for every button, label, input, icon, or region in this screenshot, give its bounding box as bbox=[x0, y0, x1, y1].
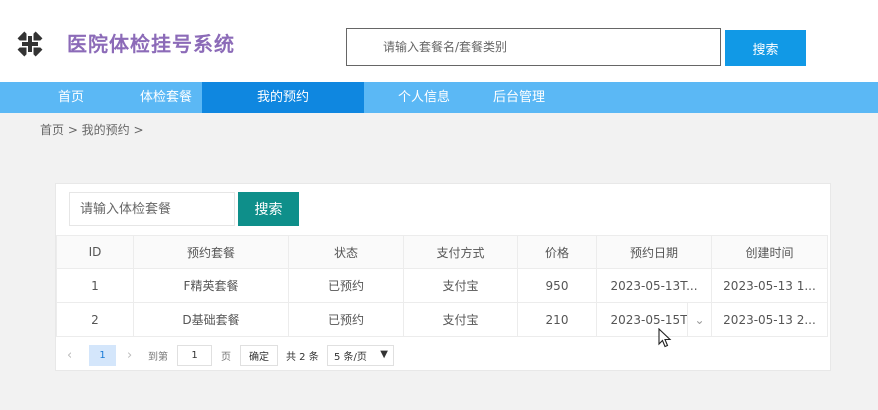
cell-price: 950 bbox=[517, 268, 597, 303]
goto-page-input[interactable]: 1 bbox=[177, 345, 212, 366]
mouse-cursor-icon bbox=[658, 328, 672, 348]
cell-status: 已预约 bbox=[288, 302, 404, 337]
column-header: 支付方式 bbox=[403, 235, 518, 269]
header: 医院体检挂号系统 搜索 bbox=[0, 0, 878, 82]
appointment-date-text: 2023-05-15T... bbox=[610, 312, 698, 327]
page: 医院体检挂号系统 搜索 首页 体检套餐 我的预约 个人信息 后台管理 首页 > … bbox=[0, 0, 878, 410]
page-size-value: 5 条/页 bbox=[334, 352, 367, 363]
cell-id: 1 bbox=[56, 268, 134, 303]
nav-item-profile[interactable]: 个人信息 bbox=[389, 82, 459, 113]
page-label: 页 bbox=[221, 352, 231, 363]
main-nav: 首页 体检套餐 我的预约 个人信息 后台管理 bbox=[0, 82, 878, 113]
cell-package: D基础套餐 bbox=[133, 302, 289, 337]
site-title: 医院体检挂号系统 bbox=[67, 32, 235, 56]
table-row[interactable]: 2 D基础套餐 已预约 支付宝 210 2023-05-15T... ⌄ 2023… bbox=[56, 302, 828, 337]
cell-id: 2 bbox=[56, 302, 134, 337]
appointments-table: ID 预约套餐 状态 支付方式 价格 预约日期 创建时间 1 F精英套餐 已预约… bbox=[56, 235, 828, 337]
table-row[interactable]: 1 F精英套餐 已预约 支付宝 950 2023-05-13T... 2023-… bbox=[56, 268, 828, 303]
cell-status: 已预约 bbox=[288, 268, 404, 303]
pagination: ‹ 1 › 到第 1 页 确定 共 2 条 5 条/页 ▼ bbox=[56, 339, 832, 371]
search-button[interactable]: 搜索 bbox=[725, 30, 806, 66]
goto-confirm-button[interactable]: 确定 bbox=[240, 345, 278, 366]
cell-appointment-date: 2023-05-15T... ⌄ bbox=[596, 302, 712, 337]
next-page-icon[interactable]: › bbox=[127, 345, 132, 366]
chevron-down-icon[interactable]: ⌄ bbox=[687, 303, 711, 336]
package-filter-input[interactable] bbox=[69, 192, 235, 226]
column-header: 创建时间 bbox=[711, 235, 828, 269]
column-header: 预约套餐 bbox=[133, 235, 289, 269]
column-header: 状态 bbox=[288, 235, 404, 269]
chevron-down-icon: ▼ bbox=[380, 349, 388, 360]
cell-appointment-date: 2023-05-13T... bbox=[596, 268, 712, 303]
cell-payment: 支付宝 bbox=[403, 268, 518, 303]
goto-label: 到第 bbox=[148, 352, 168, 363]
filter-search-button[interactable]: 搜索 bbox=[238, 192, 299, 226]
cell-price: 210 bbox=[517, 302, 597, 337]
table-header-row: ID 预约套餐 状态 支付方式 价格 预约日期 创建时间 bbox=[56, 235, 828, 269]
cell-package: F精英套餐 bbox=[133, 268, 289, 303]
cell-created-time: 2023-05-13 2... bbox=[711, 302, 828, 337]
appointments-panel: 搜索 ID 预约套餐 状态 支付方式 价格 预约日期 创建时间 1 bbox=[55, 183, 831, 371]
cell-payment: 支付宝 bbox=[403, 302, 518, 337]
nav-item-my-appointments[interactable]: 我的预约 bbox=[202, 82, 364, 113]
nav-item-packages[interactable]: 体检套餐 bbox=[130, 82, 202, 113]
nav-item-home[interactable]: 首页 bbox=[40, 82, 102, 113]
page-number-current[interactable]: 1 bbox=[89, 345, 116, 366]
column-header: 价格 bbox=[517, 235, 597, 269]
page-size-select[interactable]: 5 条/页 ▼ bbox=[327, 345, 394, 366]
column-header: 预约日期 bbox=[596, 235, 712, 269]
search-box[interactable] bbox=[346, 28, 721, 66]
prev-page-icon[interactable]: ‹ bbox=[67, 345, 72, 366]
cell-created-time: 2023-05-13 1... bbox=[711, 268, 828, 303]
nav-item-admin[interactable]: 后台管理 bbox=[484, 82, 554, 113]
column-header: ID bbox=[56, 235, 134, 269]
hospital-cross-icon bbox=[17, 31, 43, 57]
search-input[interactable] bbox=[347, 29, 720, 65]
total-count: 共 2 条 bbox=[286, 352, 319, 363]
breadcrumb: 首页 > 我的预约 > bbox=[40, 123, 144, 137]
